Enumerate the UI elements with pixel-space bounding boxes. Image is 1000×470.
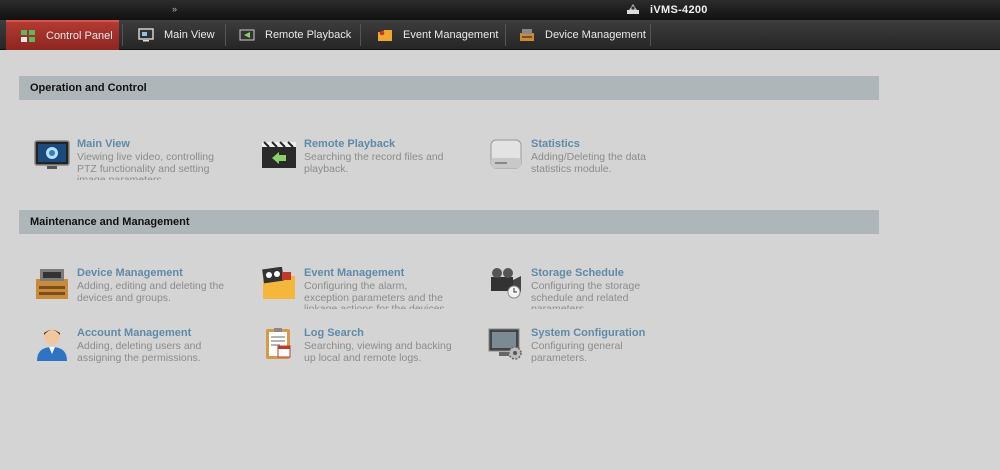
expand-arrows[interactable]: » <box>172 4 177 14</box>
item-title: Main View <box>77 138 130 150</box>
item-system-configuration[interactable]: System Configuration Configuring general… <box>487 327 687 369</box>
device-management-icon <box>36 269 68 299</box>
tab-bar: Control Panel Main View Remote Playback … <box>0 20 1000 50</box>
item-desc: Searching, viewing and backing up local … <box>304 341 452 364</box>
item-account-management[interactable]: Account Management Adding, deleting user… <box>33 327 233 369</box>
item-desc: Viewing live video, controlling PTZ func… <box>77 152 214 180</box>
item-title: Event Management <box>304 267 405 279</box>
tab-control-panel[interactable]: Control Panel <box>6 20 119 50</box>
item-main-view[interactable]: Main View Viewing live video, controllin… <box>33 138 233 180</box>
item-title: Account Management <box>77 327 192 339</box>
tab-event-management[interactable]: Event Management <box>377 20 502 50</box>
event-management-icon <box>378 30 392 41</box>
remote-playback-icon <box>262 141 296 168</box>
item-storage-schedule[interactable]: Storage Schedule Configuring the storage… <box>487 267 687 309</box>
remote-playback-icon <box>239 29 255 41</box>
storage-schedule-icon <box>491 268 521 299</box>
item-title: Device Management <box>77 267 183 279</box>
title-bar: » iVMS-4200 <box>0 0 1000 20</box>
section-header-operation: Operation and Control <box>19 76 879 100</box>
app-title: iVMS-4200 <box>650 4 708 16</box>
item-device-management[interactable]: Device Management Adding, editing and de… <box>33 267 233 309</box>
tab-device-management[interactable]: Device Management <box>519 20 649 50</box>
main-view-icon <box>34 140 70 169</box>
item-desc: Configuring general parameters. <box>531 341 623 364</box>
main-view-icon <box>138 28 154 42</box>
item-title: Remote Playback <box>304 138 396 150</box>
device-management-icon <box>520 29 534 41</box>
control-panel-icon <box>21 30 35 42</box>
item-remote-playback[interactable]: Remote Playback Searching the record fil… <box>260 138 460 180</box>
item-title: Statistics <box>531 138 580 150</box>
camera-icon <box>627 4 639 14</box>
item-event-management[interactable]: Event Management Configuring the alarm, … <box>260 267 460 309</box>
tab-label: Event Management <box>403 29 499 41</box>
statistics-icon <box>490 139 522 169</box>
system-configuration-icon <box>488 328 522 360</box>
item-desc: Adding, editing and deleting the devices… <box>77 281 225 304</box>
item-title: System Configuration <box>531 327 646 339</box>
item-statistics[interactable]: Statistics Adding/Deleting the data stat… <box>487 138 687 180</box>
item-desc: Searching the record files and playback. <box>304 152 444 175</box>
item-desc: Adding, deleting users and assigning the… <box>77 341 202 364</box>
tab-remote-playback[interactable]: Remote Playback <box>239 20 355 50</box>
item-desc: Configuring the storage schedule and rel… <box>531 281 641 309</box>
tab-label: Remote Playback <box>265 29 352 41</box>
item-log-search[interactable]: Log Search Searching, viewing and backin… <box>260 327 460 369</box>
log-search-icon <box>266 328 291 359</box>
item-title: Log Search <box>304 327 364 339</box>
section-header-maintenance: Maintenance and Management <box>19 210 879 234</box>
tab-label: Control Panel <box>46 30 113 42</box>
tab-label: Device Management <box>545 29 646 41</box>
tab-label: Main View <box>164 29 215 41</box>
tab-main-view[interactable]: Main View <box>138 20 228 50</box>
item-title: Storage Schedule <box>531 267 624 279</box>
item-desc: Configuring the alarm, exception paramet… <box>304 281 448 309</box>
event-management-icon <box>262 267 295 299</box>
item-desc: Adding/Deleting the data statistics modu… <box>531 152 647 175</box>
user-icon <box>37 329 67 361</box>
